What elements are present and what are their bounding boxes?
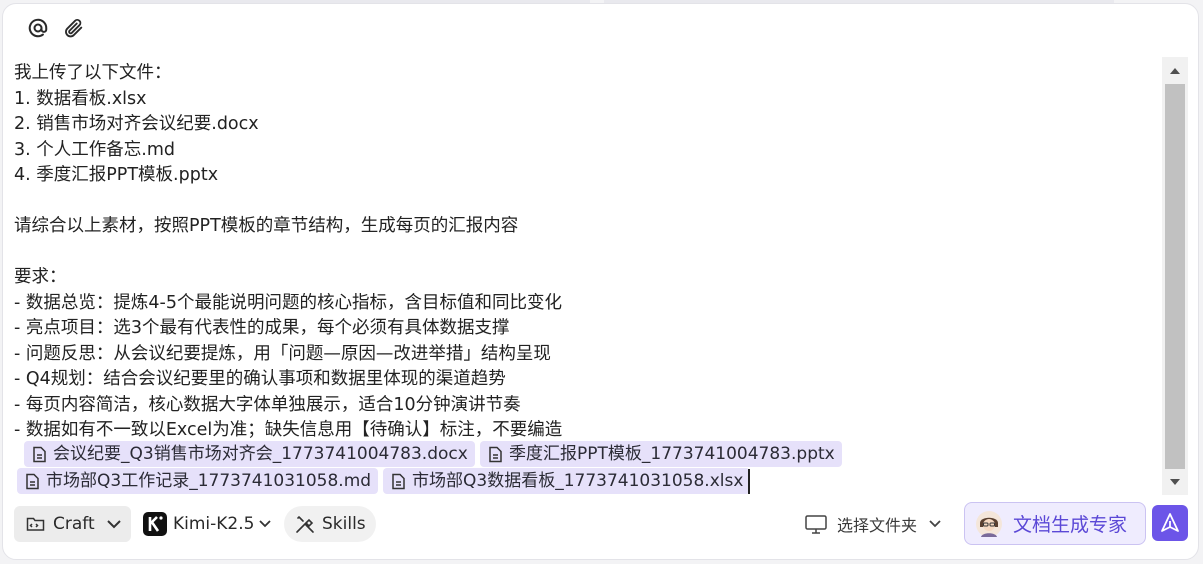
file-icon [489,446,502,462]
attachment-chip[interactable]: 市场部Q3数据看板_1773741031058.xlsx [383,468,751,494]
editor-line: 4. 季度汇报PPT模板.pptx [14,165,219,185]
editor-line: - 数据如有不一致以Excel为准；缺失信息用【待确认】标注，不要编造 [14,420,563,440]
editor-line: 请综合以上素材，按照PPT模板的章节结构，生成每页的汇报内容 [14,216,519,236]
editor-line: 我上传了以下文件： [14,63,172,83]
send-button[interactable] [1152,505,1188,541]
model-selector-button[interactable]: Kimi-K2.5 [143,506,272,542]
attachment-name: 季度汇报PPT模板_1773741004783.pptx [509,444,835,464]
attachment-chip[interactable]: 季度汇报PPT模板_1773741004783.pptx [480,441,842,467]
tools-icon [296,516,314,533]
skills-button[interactable]: Skills [284,506,376,542]
at-icon[interactable] [26,16,50,40]
select-folder-button[interactable]: 选择文件夹 [805,506,941,542]
folder-code-icon [26,517,45,531]
expert-avatar-icon [976,510,1002,537]
expert-label: 文档生成专家 [1013,514,1128,536]
folder-label: 选择文件夹 [837,516,918,535]
text-caret [748,469,750,494]
scrollbar-thumb[interactable] [1165,84,1185,469]
attachment-name: 会议纪要_Q3销售市场对齐会_1773741004783.docx [53,444,468,464]
mode-selector-button[interactable]: Craft [14,506,131,542]
attachment-name: 市场部Q3工作记录_1773741031058.md [46,471,372,491]
editor-line: - 数据总览：提炼4-5个最能说明问题的核心指标，含目标值和同比变化 [14,292,562,313]
file-icon [392,473,405,489]
attachment-chip[interactable]: 会议纪要_Q3销售市场对齐会_1773741004783.docx [24,441,475,467]
attachment-name: 市场部Q3数据看板_1773741031058.xlsx [412,471,744,491]
model-label: Kimi-K2.5 [173,514,255,534]
scroll-up-icon[interactable] [1168,66,1182,76]
editor-line: 1. 数据看板.xlsx [14,88,147,109]
editor-line: - Q4规划：结合会议纪要里的确认事项和数据里体现的渠道趋势 [14,369,506,389]
top-tab-strip [90,0,590,3]
editor-line: 2. 销售市场对齐会议纪要.docx [14,114,259,134]
editor-line: 3. 个人工作备忘.md [14,139,175,160]
editor-line: 要求： [14,267,67,287]
kimi-logo-icon [143,512,167,536]
scroll-down-icon[interactable] [1168,477,1182,487]
chevron-down-icon [929,520,941,528]
editor-line: - 问题反思：从会议纪要提炼，用「问题—原因—改进举措」结构呈现 [14,343,551,364]
document-expert-button[interactable]: 文档生成专家 [964,502,1146,545]
editor-line: - 每页内容简洁，核心数据大字体单独展示，适合10分钟演讲节奏 [14,394,521,415]
send-icon [1161,513,1179,532]
chevron-down-icon [259,520,272,528]
chevron-down-icon [106,519,121,528]
file-icon [26,473,39,489]
top-tab-strip [604,0,1114,3]
file-icon [33,446,46,462]
monitor-icon [805,514,827,534]
editor-line: - 亮点项目：选3个最有代表性的成果，每个必须有具体数据支撑 [14,318,510,338]
paperclip-icon[interactable] [62,16,86,40]
message-editor[interactable]: 我上传了以下文件： 1. 数据看板.xlsx 2. 销售市场对齐会议纪要.doc… [14,61,1154,501]
skills-label: Skills [322,514,366,534]
mode-label: Craft [53,514,95,534]
attachment-chip[interactable]: 市场部Q3工作记录_1773741031058.md [17,468,379,494]
